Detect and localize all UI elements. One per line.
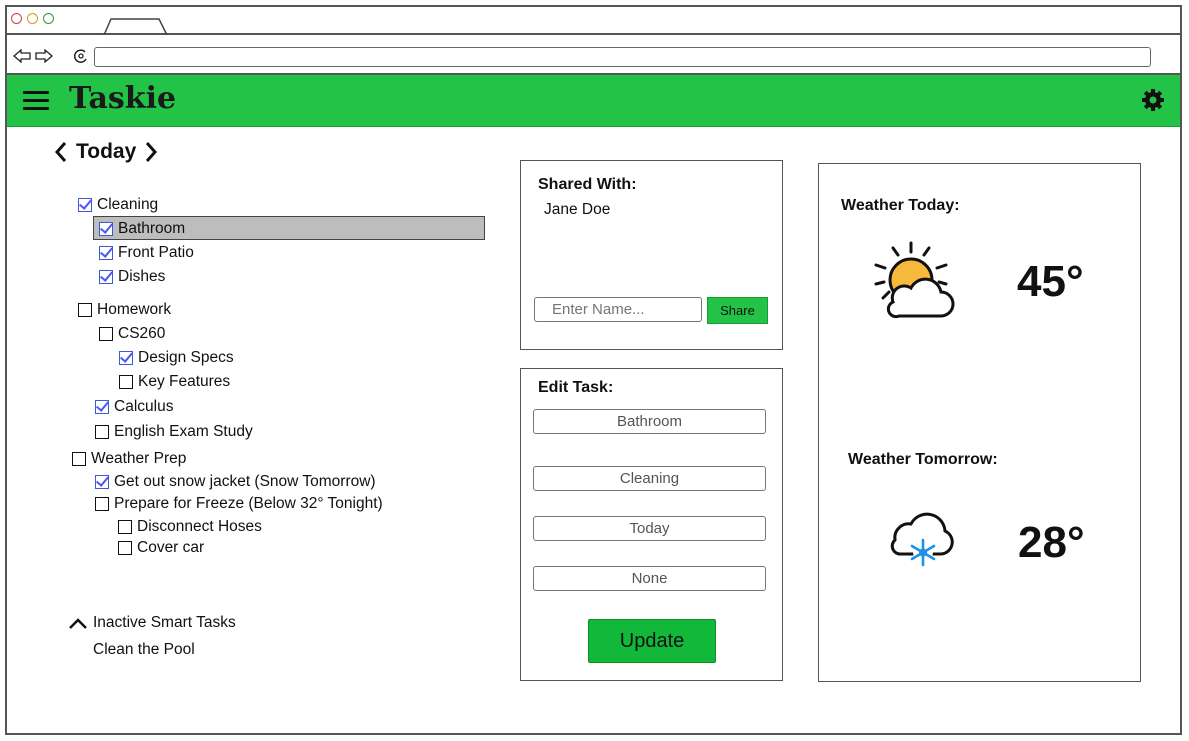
- task-label: Disconnect Hoses: [137, 518, 262, 535]
- task-item[interactable]: English Exam Study: [95, 423, 253, 441]
- inactive-task-item[interactable]: Clean the Pool: [93, 641, 195, 659]
- edit-task-title: Edit Task:: [538, 379, 614, 396]
- url-input[interactable]: [94, 47, 1151, 67]
- task-checkbox[interactable]: [95, 475, 109, 489]
- task-checkbox[interactable]: [119, 351, 133, 365]
- task-item[interactable]: Get out snow jacket (Snow Tomorrow): [95, 473, 376, 491]
- task-label: Bathroom: [118, 220, 186, 237]
- weather-today-label: Weather Today:: [841, 197, 960, 214]
- share-name-input[interactable]: [534, 297, 702, 322]
- minimize-window-dot[interactable]: [27, 13, 38, 24]
- task-checkbox[interactable]: [118, 520, 132, 534]
- task-checkbox[interactable]: [78, 303, 92, 317]
- task-item[interactable]: Key Features: [119, 373, 230, 391]
- task-name-field[interactable]: Bathroom: [533, 409, 766, 434]
- task-item[interactable]: Cleaning: [78, 196, 158, 214]
- forward-icon[interactable]: [35, 49, 53, 63]
- inactive-task-label: Clean the Pool: [93, 641, 195, 658]
- update-button[interactable]: Update: [588, 619, 716, 663]
- shared-with-title: Shared With:: [538, 176, 637, 193]
- task-checkbox[interactable]: [99, 222, 113, 236]
- app-header: Taskie: [7, 75, 1180, 127]
- task-item[interactable]: Design Specs: [119, 349, 234, 367]
- close-window-dot[interactable]: [11, 13, 22, 24]
- task-category-field[interactable]: Cleaning: [533, 466, 766, 491]
- task-label: Prepare for Freeze (Below 32° Tonight): [114, 495, 383, 512]
- task-item[interactable]: Prepare for Freeze (Below 32° Tonight): [95, 495, 383, 513]
- task-checkbox[interactable]: [95, 425, 109, 439]
- task-label: Key Features: [138, 373, 231, 390]
- task-item[interactable]: Dishes: [99, 268, 165, 286]
- task-item[interactable]: CS260: [99, 325, 165, 343]
- reload-icon[interactable]: [73, 48, 89, 64]
- today-temperature: 45°: [1017, 257, 1084, 306]
- task-label: Cover car: [137, 539, 205, 556]
- gear-icon[interactable]: [1140, 87, 1166, 113]
- task-checkbox[interactable]: [99, 246, 113, 260]
- task-date-field[interactable]: Today: [533, 516, 766, 541]
- share-button[interactable]: Share: [707, 297, 768, 324]
- task-item[interactable]: Weather Prep: [72, 450, 186, 468]
- tomorrow-temperature: 28°: [1018, 518, 1085, 567]
- task-label: Homework: [97, 301, 172, 318]
- partly-sunny-icon: [874, 241, 955, 319]
- task-label: Front Patio: [118, 244, 194, 261]
- task-item[interactable]: Front Patio: [99, 244, 194, 262]
- task-label: Cleaning: [97, 196, 159, 213]
- shared-person: Jane Doe: [544, 201, 611, 218]
- inactive-smart-tasks-label: Inactive Smart Tasks: [93, 614, 236, 631]
- browser-tab[interactable]: [103, 17, 169, 35]
- task-item[interactable]: Calculus: [95, 398, 173, 416]
- task-item[interactable]: Cover car: [118, 539, 204, 557]
- task-checkbox[interactable]: [95, 400, 109, 414]
- task-item[interactable]: Disconnect Hoses: [118, 518, 262, 536]
- back-icon[interactable]: [13, 49, 31, 63]
- task-checkbox[interactable]: [118, 541, 132, 555]
- day-navigator: Today: [52, 140, 160, 164]
- task-label: Calculus: [114, 398, 174, 415]
- task-checkbox[interactable]: [72, 452, 86, 466]
- maximize-window-dot[interactable]: [43, 13, 54, 24]
- previous-day-icon[interactable]: [52, 140, 70, 164]
- weather-panel: [818, 163, 1141, 682]
- task-checkbox[interactable]: [99, 327, 113, 341]
- task-label: Dishes: [118, 268, 166, 285]
- menu-icon[interactable]: [23, 91, 49, 111]
- task-item-selected[interactable]: Bathroom: [99, 220, 185, 238]
- task-item[interactable]: Homework: [78, 301, 171, 319]
- task-label: Weather Prep: [91, 450, 187, 467]
- task-checkbox[interactable]: [78, 198, 92, 212]
- next-day-icon[interactable]: [142, 140, 160, 164]
- task-checkbox[interactable]: [119, 375, 133, 389]
- tab-bar: [7, 7, 1180, 35]
- weather-tomorrow-label: Weather Tomorrow:: [848, 451, 998, 468]
- task-checkbox[interactable]: [99, 270, 113, 284]
- task-label: CS260: [118, 325, 166, 342]
- day-label: Today: [76, 140, 137, 163]
- address-bar: [7, 35, 1180, 75]
- task-checkbox[interactable]: [95, 497, 109, 511]
- inactive-smart-tasks-toggle[interactable]: Inactive Smart Tasks: [68, 614, 236, 632]
- chevron-up-icon: [69, 618, 87, 629]
- snow-cloud-icon: [890, 512, 954, 567]
- app-title: Taskie: [69, 81, 177, 116]
- task-label: English Exam Study: [114, 423, 253, 440]
- task-label: Get out snow jacket (Snow Tomorrow): [114, 473, 376, 490]
- task-label: Design Specs: [138, 349, 234, 366]
- task-repeat-field[interactable]: None: [533, 566, 766, 591]
